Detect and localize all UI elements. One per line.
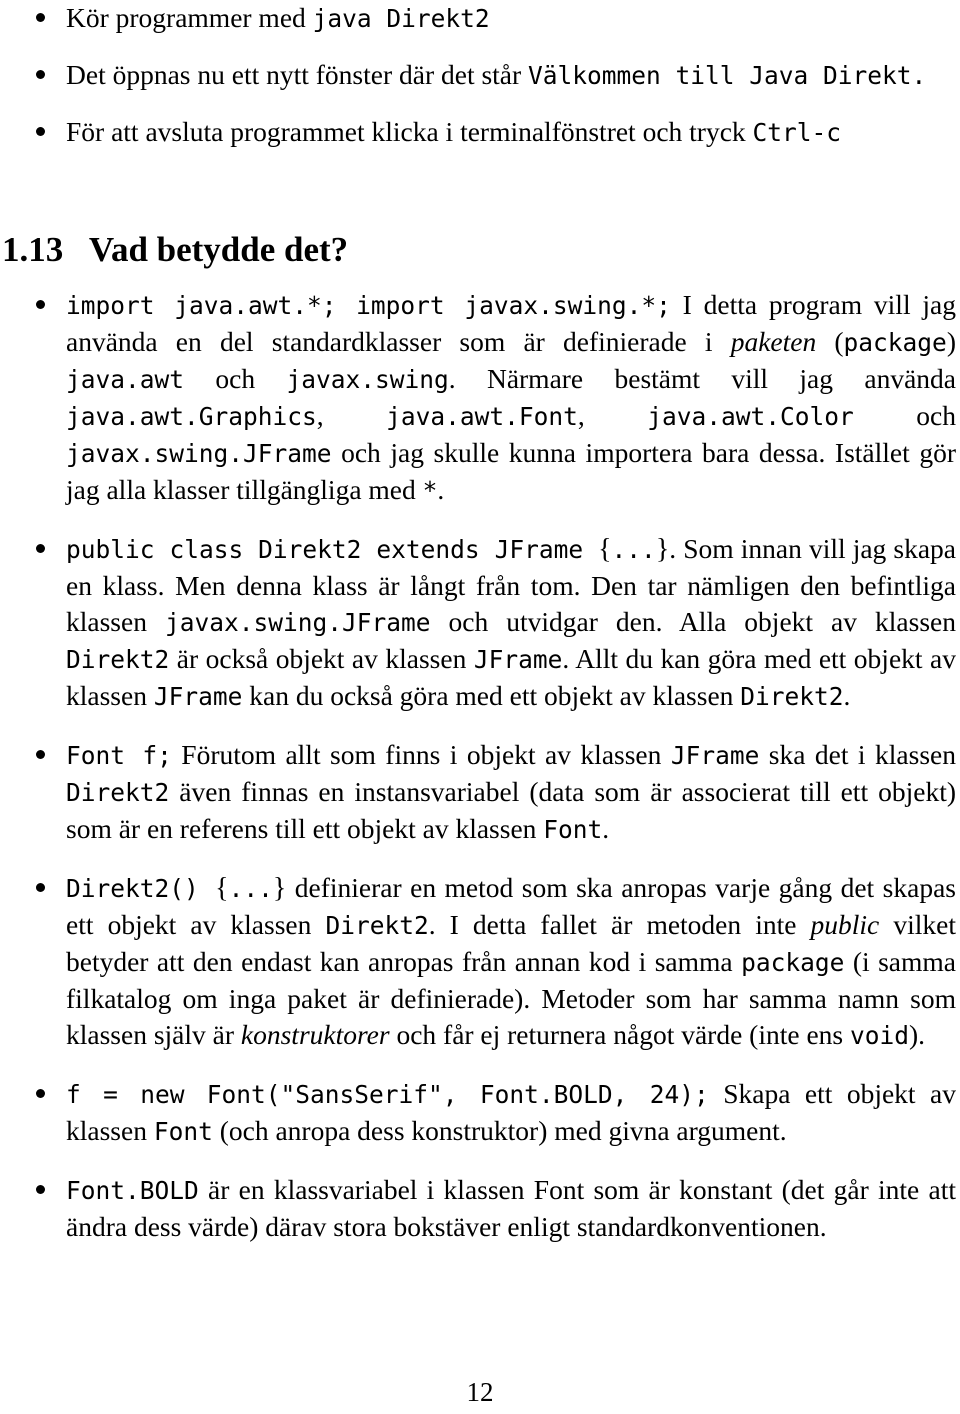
text-run-roman: Det öppnas nu ett nytt fönster där det s… — [66, 59, 529, 90]
bullet-dot-icon — [36, 1089, 45, 1098]
top-bullet-list: Kör programmer med java Direkt2 Det öppn… — [0, 0, 960, 151]
text-run-italic: konstruktorer — [240, 1019, 390, 1050]
text-run-mono: java.awt.Font — [386, 402, 578, 431]
text-run-mono: javax.swing — [286, 365, 449, 394]
text-run-mono: Font — [153, 1117, 213, 1146]
text-run-roman: . I detta fallet är metoden inte — [428, 909, 811, 940]
text-run-roman: . — [843, 680, 851, 711]
text-run-mono: package — [741, 948, 845, 977]
text-run-roman: (och anropa dess konstruktor) med givna … — [212, 1115, 787, 1146]
list-item: För att avsluta programmet klicka i term… — [0, 114, 960, 151]
bullet-dot-icon — [36, 70, 45, 79]
text-run-roman: ). — [909, 1019, 926, 1050]
list-item: f = new Font("SansSerif", Font.BOLD, 24)… — [0, 1076, 960, 1150]
text-run-mono: Välkommen till Java Direkt. — [528, 61, 927, 90]
text-run-roman: och — [184, 363, 287, 394]
list-item: public class Direkt2 extends JFrame {...… — [0, 531, 960, 715]
text-run-mono: void — [849, 1021, 909, 1050]
text-run-brace: { — [215, 873, 229, 904]
text-run-roman: , — [577, 400, 648, 431]
page-title: 1.13 Vad betydde det? — [2, 228, 960, 272]
text-run-brace: } — [272, 873, 287, 904]
top-bullet-block: Kör programmer med java Direkt2 Det öppn… — [0, 0, 960, 151]
text-run-mono: java Direkt2 — [312, 4, 490, 33]
text-run-brace: } — [655, 534, 670, 565]
bullet-dot-icon — [36, 544, 45, 553]
bullet-text: public class Direkt2 extends JFrame {...… — [66, 533, 956, 711]
text-run-mono: Direkt2 — [66, 778, 170, 807]
text-run-mono: java.awt.Color — [647, 402, 854, 431]
text-run-roman: ska det i klassen — [759, 739, 956, 770]
text-run-italic: paketen — [730, 326, 817, 357]
text-run-roman: och får ej returnera något värde (inte e… — [389, 1019, 850, 1050]
text-run-roman: För att avsluta programmet klicka i term… — [66, 116, 753, 147]
text-run-mono: java.awt.Graphics — [66, 402, 317, 431]
list-item: Direkt2() {...} definierar en metod som … — [0, 870, 960, 1054]
text-run-roman: ) — [946, 326, 956, 357]
bullet-dot-icon — [36, 127, 45, 136]
text-run-mono: * — [422, 476, 438, 505]
text-run-mono: JFrame — [153, 682, 243, 711]
text-run-mono: import java.awt.*; import javax.swing.*; — [66, 291, 671, 320]
text-run-roman: kan du också göra med ett objekt av klas… — [242, 680, 741, 711]
text-run-roman: . — [602, 813, 610, 844]
text-run-mono: f = new Font("SansSerif", Font.BOLD, 24)… — [66, 1080, 709, 1109]
text-run-mono: Direkt2 — [66, 645, 170, 674]
text-run-mono: java.awt — [66, 365, 185, 394]
text-run-roman: Kör programmer med — [66, 2, 313, 33]
text-run-mono: Font — [543, 815, 603, 844]
bullet-text: Font.BOLD är en klassvariabel i klassen … — [66, 1174, 956, 1242]
text-run-mono: ... — [228, 874, 273, 903]
text-run-mono: javax.swing.JFrame — [66, 439, 332, 468]
body-bullet-block: import java.awt.*; import javax.swing.*;… — [0, 287, 960, 1245]
bullet-text: Direkt2() {...} definierar en metod som … — [66, 872, 956, 1050]
list-item: Kör programmer med java Direkt2 — [0, 0, 960, 37]
list-item: Det öppnas nu ett nytt fönster där det s… — [0, 57, 960, 94]
list-item: Font.BOLD är en klassvariabel i klassen … — [0, 1172, 960, 1245]
text-run-mono: public class Direkt2 extends JFrame — [66, 535, 599, 564]
text-run-roman: är en klassvariabel i klassen Font som ä… — [66, 1174, 956, 1242]
text-run-roman: ( — [816, 326, 844, 357]
document-page: Kör programmer med java Direkt2 Det öppn… — [0, 0, 960, 1414]
bullet-text: f = new Font("SansSerif", Font.BOLD, 24)… — [66, 1078, 956, 1146]
bullet-text: För att avsluta programmet klicka i term… — [66, 116, 841, 147]
bullet-dot-icon — [36, 1185, 45, 1194]
text-run-brace: { — [598, 534, 612, 565]
text-run-italic: public — [810, 909, 880, 940]
bullet-text: import java.awt.*; import javax.swing.*;… — [66, 289, 956, 505]
bullet-text: Font f; Förutom allt som finns i objekt … — [66, 739, 956, 844]
text-run-roman: . — [437, 474, 445, 505]
text-run-roman: och — [853, 400, 956, 431]
text-run-roman: Förutom allt som finns i objekt av klass… — [171, 739, 671, 770]
body-bullet-list: import java.awt.*; import javax.swing.*;… — [0, 287, 960, 1245]
bullet-dot-icon — [36, 300, 45, 309]
bullet-dot-icon — [36, 750, 45, 759]
text-run-roman: och utvidgar den. Alla objekt av klassen — [430, 606, 956, 637]
text-run-roman: . Närmare bestämt vill jag använda — [448, 363, 956, 394]
section-heading-block: 1.13 Vad betydde det? — [2, 228, 960, 272]
bullet-dot-icon — [36, 883, 45, 892]
text-run-mono: Direkt2 — [325, 911, 429, 940]
bullet-dot-icon — [36, 13, 45, 22]
section-title: Vad betydde det? — [88, 230, 349, 269]
list-item: Font f; Förutom allt som finns i objekt … — [0, 737, 960, 848]
text-run-mono: Direkt2() — [66, 874, 216, 903]
text-run-mono: Font.BOLD — [66, 1176, 199, 1205]
bullet-text: Det öppnas nu ett nytt fönster där det s… — [66, 59, 926, 90]
section-number: 1.13 — [2, 230, 64, 269]
text-run-roman: , — [316, 400, 387, 431]
bullet-text: Kör programmer med java Direkt2 — [66, 2, 490, 33]
text-run-roman: är också objekt av klassen — [169, 643, 474, 674]
text-run-mono: JFrame — [670, 741, 760, 770]
text-run-mono: Font f; — [66, 741, 172, 770]
text-run-mono: ... — [611, 535, 656, 564]
text-run-mono: javax.swing.JFrame — [164, 608, 431, 637]
text-run-mono: JFrame — [473, 645, 563, 674]
text-run-roman: även finnas en instansvariabel (data som… — [66, 776, 956, 844]
text-run-mono: Direkt2 — [740, 682, 844, 711]
text-run-mono: package — [843, 328, 947, 357]
page-number: 12 — [466, 1377, 494, 1407]
text-run-mono: Ctrl-c — [752, 118, 842, 147]
list-item: import java.awt.*; import javax.swing.*;… — [0, 287, 960, 509]
